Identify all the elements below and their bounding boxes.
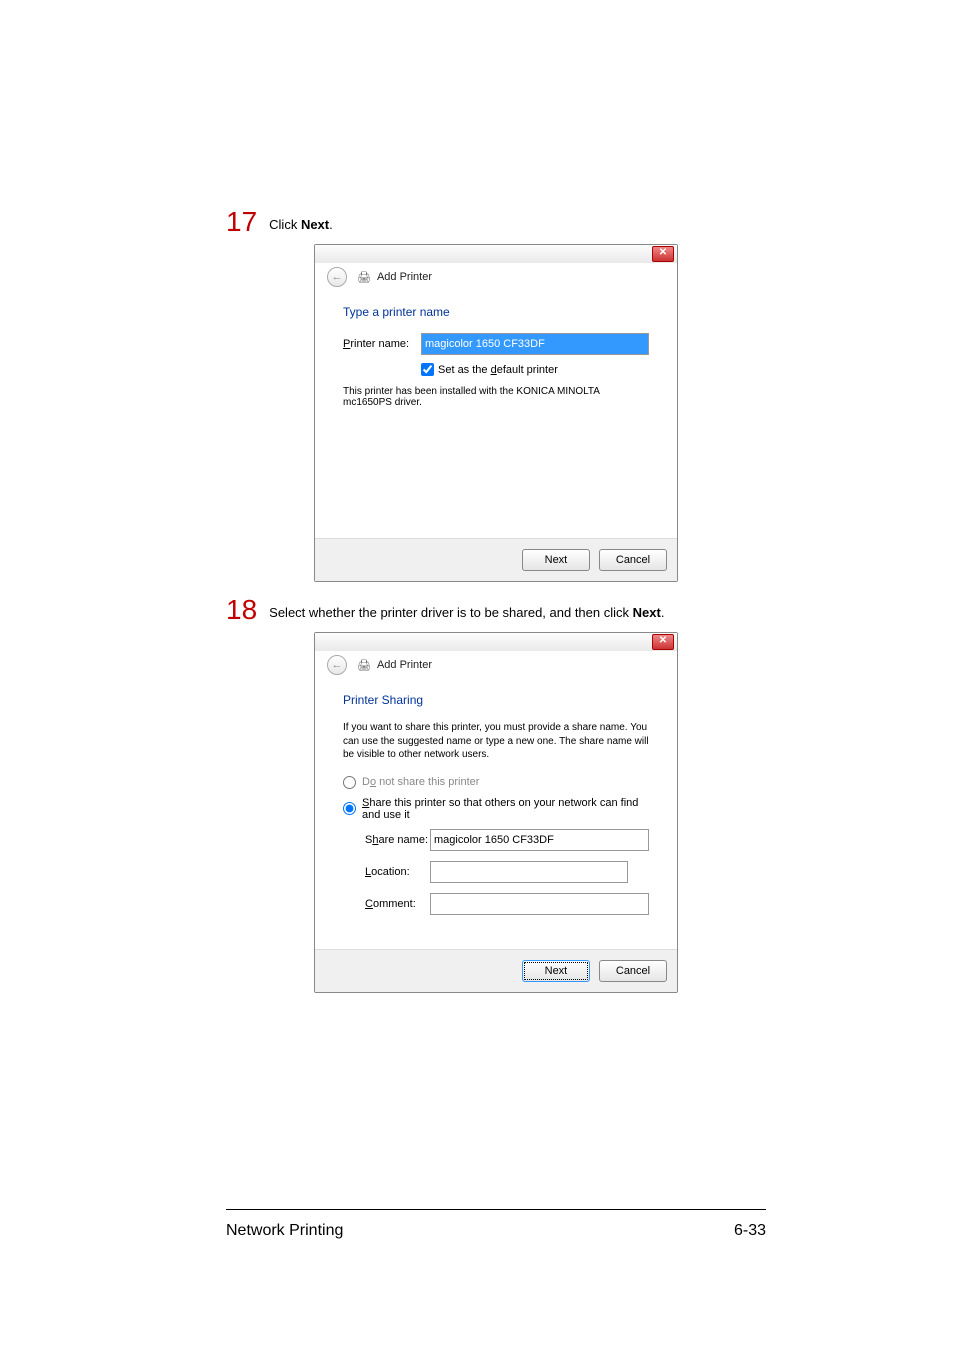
- step17-pre: Click: [269, 217, 301, 232]
- step18-post: .: [661, 605, 665, 620]
- cancel-button[interactable]: Cancel: [599, 960, 667, 982]
- step18-number: 18: [226, 596, 257, 624]
- dpl-pre: Set as the: [438, 364, 491, 376]
- location-row: Location:: [365, 861, 649, 883]
- default-printer-checkbox[interactable]: [421, 363, 434, 376]
- do-not-share-radio[interactable]: [343, 776, 356, 789]
- com-post: omment:: [373, 898, 416, 910]
- location-input[interactable]: [430, 861, 628, 883]
- share-row: Share this printer so that others on you…: [343, 797, 649, 821]
- wizard-body: Printer Sharing If you want to share thi…: [315, 679, 677, 949]
- rno-pre: D: [362, 776, 370, 788]
- printer-name-input[interactable]: [421, 333, 649, 355]
- step18-text: Select whether the printer driver is to …: [269, 605, 664, 624]
- wizard-body: Type a printer name Printer name: Set as…: [315, 291, 677, 538]
- default-printer-label: Set as the default printer: [438, 364, 558, 376]
- step17-text: Click Next.: [269, 217, 333, 236]
- titlebar: ✕: [315, 245, 677, 263]
- page-footer: Network Printing 6-33: [226, 1222, 766, 1240]
- sharename-input[interactable]: [430, 829, 649, 851]
- add-printer-dialog-1: ✕ ← 🖨 Add Printer Type a printer name Pr…: [314, 244, 678, 582]
- do-not-share-label: Do not share this printer: [362, 776, 479, 788]
- do-not-share-row: Do not share this printer: [343, 776, 649, 789]
- wizard-header: ← 🖨 Add Printer: [315, 651, 677, 679]
- comment-input[interactable]: [430, 893, 649, 915]
- next-button[interactable]: Next: [522, 960, 590, 982]
- default-printer-row: Set as the default printer: [421, 363, 649, 376]
- wizard-footer: Next Cancel: [315, 538, 677, 581]
- printer-name-label: Printer name:: [343, 338, 421, 350]
- sharename-label: Share name:: [365, 834, 430, 846]
- printer-icon: 🖨: [357, 659, 371, 672]
- footer-left: Network Printing: [226, 1222, 343, 1240]
- step18-pre: Select whether the printer driver is to …: [269, 605, 632, 620]
- rno-post: not share this printer: [376, 776, 479, 788]
- page-title: Printer Sharing: [343, 693, 649, 707]
- share-label: Share this printer so that others on you…: [362, 797, 649, 821]
- step17-number: 17: [226, 208, 257, 236]
- printer-icon: 🖨: [357, 271, 371, 284]
- cancel-button[interactable]: Cancel: [599, 549, 667, 571]
- wizard-header: ← 🖨 Add Printer: [315, 263, 677, 291]
- breadcrumb: Add Printer: [377, 659, 432, 671]
- titlebar: ✕: [315, 633, 677, 651]
- back-icon[interactable]: ←: [327, 655, 347, 675]
- close-icon[interactable]: ✕: [652, 246, 674, 262]
- comment-row: Comment:: [365, 893, 649, 915]
- dpl-post: efault printer: [497, 364, 558, 376]
- page-title: Type a printer name: [343, 305, 649, 319]
- step17-post: .: [329, 217, 333, 232]
- ryes-post: hare this printer so that others on your…: [362, 797, 638, 821]
- add-printer-dialog-2: ✕ ← 🖨 Add Printer Printer Sharing If you…: [314, 632, 678, 993]
- driver-note: This printer has been installed with the…: [343, 386, 649, 408]
- step18-bold: Next: [633, 605, 661, 620]
- location-label: Location:: [365, 866, 430, 878]
- back-icon[interactable]: ←: [327, 267, 347, 287]
- loc-post: ocation:: [371, 866, 410, 878]
- next-button[interactable]: Next: [522, 549, 590, 571]
- close-icon[interactable]: ✕: [652, 634, 674, 650]
- com-ul: C: [365, 898, 373, 910]
- sn-post: are name:: [378, 834, 428, 846]
- share-description: If you want to share this printer, you m…: [343, 721, 649, 762]
- footer-right: 6-33: [734, 1222, 766, 1240]
- share-radio[interactable]: [343, 802, 356, 815]
- sharename-row: Share name:: [365, 829, 649, 851]
- printer-name-row: Printer name:: [343, 333, 649, 355]
- comment-label: Comment:: [365, 898, 430, 910]
- step17-bold: Next: [301, 217, 329, 232]
- footer-rule: [226, 1209, 766, 1210]
- wizard-footer: Next Cancel: [315, 949, 677, 992]
- breadcrumb: Add Printer: [377, 271, 432, 283]
- share-fields: Share name: Location: Comment:: [365, 829, 649, 915]
